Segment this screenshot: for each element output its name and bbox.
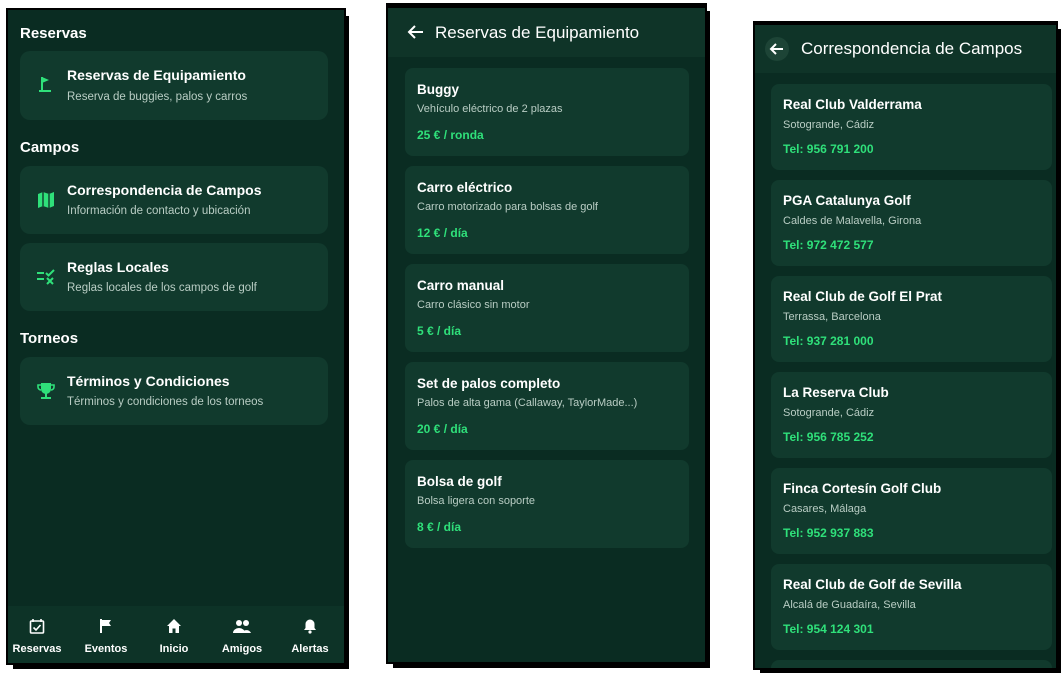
course-name: Real Club de Golf de Sevilla bbox=[783, 577, 962, 592]
item-description: Carro clásico sin motor bbox=[417, 299, 530, 311]
item-name: Buggy bbox=[417, 82, 459, 97]
people-icon bbox=[232, 618, 252, 634]
item-description: Bolsa ligera con soporte bbox=[417, 495, 536, 507]
course-card[interactable]: Real Club Valderrama Sotogrande, Cádiz T… bbox=[771, 84, 1052, 170]
menu-item-subtitle: Reglas locales de los campos de golf bbox=[67, 282, 257, 294]
course-phone[interactable]: Tel: 937 281 000 bbox=[783, 334, 874, 348]
course-location: Alcalá de Guadaíra, Sevilla bbox=[783, 599, 916, 611]
item-name: Set de palos completo bbox=[417, 376, 561, 391]
back-arrow-icon[interactable] bbox=[765, 37, 789, 61]
course-location: Sotogrande, Cádiz bbox=[783, 407, 875, 419]
course-location: Casares, Málaga bbox=[783, 503, 867, 515]
course-card-partial[interactable] bbox=[771, 660, 1052, 668]
course-phone[interactable]: Tel: 956 785 252 bbox=[783, 430, 874, 444]
item-description: Palos de alta gama (Callaway, TaylorMade… bbox=[417, 397, 638, 409]
item-price: 25 € / ronda bbox=[417, 128, 484, 142]
menu-item-title: Correspondencia de Campos bbox=[67, 182, 262, 198]
course-phone[interactable]: Tel: 956 791 200 bbox=[783, 142, 874, 156]
section-title-campos: Campos bbox=[20, 139, 80, 156]
equipment-card-carro-electrico[interactable]: Carro eléctrico Carro motorizado para bo… bbox=[405, 166, 689, 254]
bell-icon bbox=[302, 618, 318, 634]
course-phone[interactable]: Tel: 954 124 301 bbox=[783, 622, 874, 636]
item-name: Carro manual bbox=[417, 278, 505, 293]
menu-item-subtitle: Información de contacto y ubicación bbox=[67, 205, 251, 217]
menu-item-local-rules[interactable]: Reglas Locales Reglas locales de los cam… bbox=[20, 243, 328, 311]
menu-item-equipment-reservations[interactable]: Reservas de Equipamiento Reserva de bugg… bbox=[20, 51, 328, 120]
item-description: Carro motorizado para bolsas de golf bbox=[417, 201, 598, 213]
equipment-card-carro-manual[interactable]: Carro manual Carro clásico sin motor 5 €… bbox=[405, 264, 689, 352]
course-name: Real Club Valderrama bbox=[783, 97, 922, 112]
app-bar: Reservas de Equipamiento bbox=[388, 8, 705, 57]
nav-alertas[interactable]: Alertas bbox=[278, 606, 342, 663]
trophy-icon bbox=[36, 381, 56, 401]
nav-inicio[interactable]: Inicio bbox=[142, 606, 206, 663]
item-name: Carro eléctrico bbox=[417, 180, 513, 195]
nav-eventos[interactable]: Eventos bbox=[74, 606, 138, 663]
home-icon bbox=[166, 618, 182, 634]
menu-item-title: Reglas Locales bbox=[67, 259, 169, 275]
course-name: Finca Cortesín Golf Club bbox=[783, 481, 942, 496]
map-icon bbox=[36, 190, 56, 210]
course-card[interactable]: Finca Cortesín Golf Club Casares, Málaga… bbox=[771, 468, 1052, 554]
nav-amigos[interactable]: Amigos bbox=[210, 606, 274, 663]
course-location: Terrassa, Barcelona bbox=[783, 311, 881, 323]
course-phone[interactable]: Tel: 952 937 883 bbox=[783, 526, 874, 540]
section-title-torneos: Torneos bbox=[20, 330, 79, 347]
page-title: Reservas de Equipamiento bbox=[435, 23, 640, 42]
course-name: Real Club de Golf El Prat bbox=[783, 289, 943, 304]
menu-item-subtitle: Reserva de buggies, palos y carros bbox=[67, 91, 248, 103]
menu-item-terms-conditions[interactable]: Términos y Condiciones Términos y condic… bbox=[20, 357, 328, 425]
bottom-navigation: Reservas Eventos Inicio Amigos Alertas bbox=[8, 606, 344, 663]
golf-flag-icon bbox=[36, 74, 56, 94]
course-card[interactable]: Real Club de Golf de Sevilla Alcalá de G… bbox=[771, 564, 1052, 650]
item-price: 12 € / día bbox=[417, 226, 468, 240]
page-title: Correspondencia de Campos bbox=[801, 39, 1023, 58]
nav-reservas[interactable]: Reservas bbox=[8, 606, 69, 663]
menu-screen: Reservas Reservas de Equipamiento Reserv… bbox=[8, 10, 344, 663]
menu-item-title: Términos y Condiciones bbox=[67, 373, 230, 389]
course-card[interactable]: PGA Catalunya Golf Caldes de Malavella, … bbox=[771, 180, 1052, 266]
item-price: 20 € / día bbox=[417, 422, 468, 436]
course-phone[interactable]: Tel: 972 472 577 bbox=[783, 238, 874, 252]
course-location: Sotogrande, Cádiz bbox=[783, 119, 875, 131]
rule-icon bbox=[36, 267, 56, 287]
course-card[interactable]: La Reserva Club Sotogrande, Cádiz Tel: 9… bbox=[771, 372, 1052, 458]
item-price: 8 € / día bbox=[417, 520, 462, 534]
course-location: Caldes de Malavella, Girona bbox=[783, 215, 922, 227]
course-card[interactable]: Real Club de Golf El Prat Terrassa, Barc… bbox=[771, 276, 1052, 362]
item-name: Bolsa de golf bbox=[417, 474, 502, 489]
equipment-screen: Reservas de Equipamiento Buggy Vehículo … bbox=[388, 5, 705, 662]
menu-item-title: Reservas de Equipamiento bbox=[67, 67, 246, 83]
section-title-reservas: Reservas bbox=[20, 25, 87, 42]
equipment-card-buggy[interactable]: Buggy Vehículo eléctrico de 2 plazas 25 … bbox=[405, 68, 689, 156]
app-bar: Correspondencia de Campos bbox=[755, 25, 1056, 73]
course-name: La Reserva Club bbox=[783, 385, 889, 400]
item-description: Vehículo eléctrico de 2 plazas bbox=[417, 103, 563, 115]
equipment-card-set-de-palos[interactable]: Set de palos completo Palos de alta gama… bbox=[405, 362, 689, 450]
course-name: PGA Catalunya Golf bbox=[783, 193, 911, 208]
courses-screen: Correspondencia de Campos Real Club Vald… bbox=[755, 23, 1056, 668]
calendar-check-icon bbox=[29, 618, 45, 634]
menu-item-subtitle: Términos y condiciones de los torneos bbox=[67, 396, 264, 408]
menu-item-course-correspondence[interactable]: Correspondencia de Campos Información de… bbox=[20, 166, 328, 234]
equipment-card-bolsa-de-golf[interactable]: Bolsa de golf Bolsa ligera con soporte 8… bbox=[405, 460, 689, 548]
flag-icon bbox=[98, 618, 114, 634]
item-price: 5 € / día bbox=[417, 324, 462, 338]
back-arrow-icon[interactable] bbox=[406, 22, 426, 42]
